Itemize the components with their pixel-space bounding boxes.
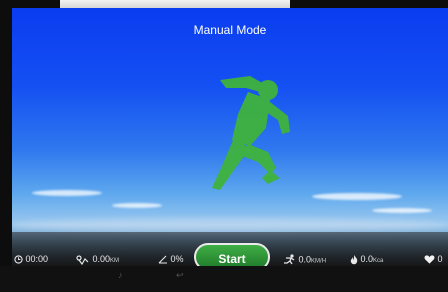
bezel-bottom <box>0 266 448 292</box>
flame-icon <box>350 254 358 264</box>
heart-icon <box>424 255 435 264</box>
cloud <box>32 190 102 196</box>
clock-icon <box>14 255 23 264</box>
incline-value: 0% <box>170 254 184 264</box>
incline-stat: 0% <box>158 254 184 264</box>
back-icon[interactable]: ↩ <box>176 270 184 281</box>
incline-icon <box>158 255 167 264</box>
runner-figure <box>212 76 290 190</box>
calories-value: 0.0 <box>360 254 374 264</box>
time-value: 00:00 <box>25 254 49 264</box>
start-button[interactable]: Start <box>194 243 270 266</box>
treadmill-screen: Manual Mode 00:00 0.00KM 0% Start 0.0KM/… <box>12 8 448 266</box>
volume-icon[interactable]: ♪ <box>118 270 123 280</box>
horizon-haze <box>12 218 448 232</box>
photo-frame: Manual Mode 00:00 0.00KM 0% Start 0.0KM/… <box>0 0 448 292</box>
calories-unit: Kca <box>373 258 384 264</box>
distance-unit: KM <box>110 258 120 264</box>
speed-unit: KM/H <box>311 258 327 265</box>
cloud <box>372 208 432 213</box>
speed-value: 0.0 <box>298 254 312 265</box>
distance-stat: 0.00KM <box>76 254 119 265</box>
heart-rate-stat: 0 <box>424 254 443 265</box>
page-title: Manual Mode <box>193 23 267 37</box>
distance-value: 0.00 <box>92 254 111 264</box>
cloud <box>112 203 162 208</box>
runner-icon <box>284 254 295 265</box>
route-icon <box>76 255 89 265</box>
speed-stat: 0.0KM/H <box>282 254 326 266</box>
time-stat: 00:00 <box>14 254 48 264</box>
calories-stat: 0.0Kca <box>350 254 383 265</box>
cloud <box>312 193 402 200</box>
heart-rate-value: 0 <box>437 254 443 264</box>
